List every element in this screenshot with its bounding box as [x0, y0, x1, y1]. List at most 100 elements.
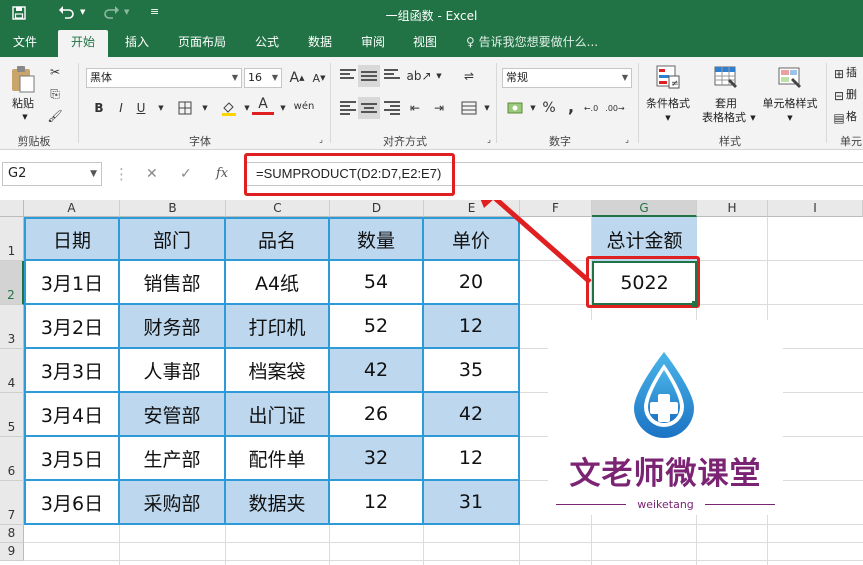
row-header-3[interactable]: 3 [0, 305, 24, 349]
bold-button[interactable]: B [88, 97, 110, 119]
table-cell[interactable]: 42 [330, 349, 424, 393]
table-cell[interactable]: 3月6日 [26, 481, 120, 525]
table-cell[interactable]: 26 [330, 393, 424, 437]
worksheet[interactable]: A B C D E F G H I 1 2 3 4 5 6 7 8 9 日期 部… [0, 200, 863, 565]
underline-button[interactable]: U [130, 97, 152, 119]
number-format-combo[interactable]: 常规 ▼ [502, 68, 632, 88]
tab-insert[interactable]: 插入 [112, 30, 162, 57]
tell-me-box[interactable]: ♀ 告诉我您想要做什么... [466, 30, 598, 57]
table-cell[interactable]: 12 [424, 305, 520, 349]
align-right-icon[interactable] [384, 101, 400, 115]
cut-icon[interactable]: ✂ [44, 61, 66, 83]
column-header-H[interactable]: H [697, 200, 768, 217]
paste-dropdown-icon[interactable]: ▼ [20, 110, 30, 124]
table-cell[interactable]: 档案袋 [226, 349, 330, 393]
format-as-table-dropdown-icon[interactable]: ▼ [748, 111, 758, 125]
table-cell[interactable]: 采购部 [120, 481, 226, 525]
format-as-table-icon[interactable] [712, 63, 740, 91]
table-header-cell[interactable]: 部门 [120, 219, 226, 261]
table-cell[interactable]: 31 [424, 481, 520, 525]
table-cell[interactable]: 12 [330, 481, 424, 525]
orientation-icon[interactable]: ab↗ [406, 65, 431, 87]
format-cells-icon[interactable]: ▤ [832, 107, 846, 129]
table-cell[interactable]: 3月1日 [26, 261, 120, 305]
table-cell[interactable]: 财务部 [120, 305, 226, 349]
tab-page-layout[interactable]: 页面布局 [166, 30, 238, 57]
align-center-button[interactable] [358, 97, 380, 119]
borders-dropdown-icon[interactable]: ▼ [194, 97, 216, 119]
orientation-dropdown-icon[interactable]: ▼ [428, 65, 450, 87]
tab-formulas[interactable]: 公式 [244, 30, 290, 57]
align-left-icon[interactable] [340, 101, 356, 115]
format-as-table-line1[interactable]: 套用 [700, 97, 752, 111]
insert-cells-button[interactable]: 插 [846, 66, 863, 80]
copy-icon[interactable]: ⎘ [44, 83, 66, 105]
select-all-corner[interactable] [0, 200, 24, 217]
column-header-I[interactable]: I [768, 200, 863, 217]
row-header-1[interactable]: 1 [0, 217, 24, 261]
align-bottom-icon[interactable] [384, 69, 400, 83]
table-cell[interactable]: 12 [424, 437, 520, 481]
column-header-G[interactable]: G [592, 200, 697, 217]
comma-style-button[interactable]: , [560, 95, 582, 117]
align-middle-button[interactable] [358, 65, 380, 87]
table-cell[interactable]: 配件单 [226, 437, 330, 481]
conditional-format-icon[interactable]: ≠ [654, 63, 682, 91]
row-header-8[interactable]: 8 [0, 525, 24, 543]
row-header-5[interactable]: 5 [0, 393, 24, 437]
merge-dropdown-icon[interactable]: ▼ [476, 97, 498, 119]
table-cell[interactable]: 3月4日 [26, 393, 120, 437]
table-cell[interactable]: 数据夹 [226, 481, 330, 525]
font-size-combo[interactable]: 16 ▼ [244, 68, 282, 88]
table-cell[interactable]: 生产部 [120, 437, 226, 481]
alignment-dialog-launcher-icon[interactable]: ⌟ [484, 133, 494, 145]
table-cell[interactable]: 3月3日 [26, 349, 120, 393]
conditional-format-dropdown-icon[interactable]: ▼ [662, 111, 674, 125]
table-cell[interactable]: 3月2日 [26, 305, 120, 349]
tab-view[interactable]: 视图 [402, 30, 448, 57]
cell-styles-dropdown-icon[interactable]: ▼ [784, 111, 796, 125]
underline-dropdown-icon[interactable]: ▼ [150, 97, 172, 119]
total-header-cell[interactable]: 总计金额 [592, 217, 697, 261]
number-dialog-launcher-icon[interactable]: ⌟ [622, 133, 632, 145]
table-cell[interactable]: 32 [330, 437, 424, 481]
insert-cells-icon[interactable]: ⊞ [832, 63, 846, 85]
table-cell[interactable]: A4纸 [226, 261, 330, 305]
decrease-decimal-icon[interactable]: .00→ [604, 97, 626, 119]
increase-indent-icon[interactable]: ⇥ [428, 97, 450, 119]
table-header-cell[interactable]: 日期 [26, 219, 120, 261]
column-header-D[interactable]: D [330, 200, 424, 217]
font-color-dropdown-icon[interactable]: ▼ [272, 97, 294, 119]
insert-function-button[interactable]: fx [216, 162, 228, 186]
grow-font-button[interactable]: A ▲ [286, 67, 308, 89]
borders-icon[interactable] [174, 97, 196, 119]
font-color-button[interactable]: A [252, 95, 274, 115]
phonetic-guide-button[interactable]: wén [294, 95, 315, 117]
row-header-7[interactable]: 7 [0, 481, 24, 525]
table-cell[interactable]: 人事部 [120, 349, 226, 393]
column-header-A[interactable]: A [24, 200, 120, 217]
table-header-cell[interactable]: 品名 [226, 219, 330, 261]
row-header-2[interactable]: 2 [0, 261, 24, 305]
row-header-9[interactable]: 9 [0, 543, 24, 561]
delete-cells-button[interactable]: 删 [846, 88, 863, 102]
percent-button[interactable]: % [538, 97, 560, 119]
wrap-text-icon[interactable]: ⇌ [458, 65, 480, 87]
align-top-icon[interactable] [340, 69, 356, 83]
table-cell[interactable]: 出门证 [226, 393, 330, 437]
format-cells-button[interactable]: 格 [846, 110, 863, 124]
tab-data[interactable]: 数据 [296, 30, 344, 57]
table-header-cell[interactable]: 数量 [330, 219, 424, 261]
format-as-table-line2[interactable]: 表格格式 [694, 111, 754, 125]
increase-decimal-icon[interactable]: ←.0 [580, 97, 602, 119]
tab-review[interactable]: 审阅 [350, 30, 396, 57]
tab-home[interactable]: 开始 [58, 30, 108, 57]
table-cell[interactable]: 销售部 [120, 261, 226, 305]
table-cell[interactable]: 52 [330, 305, 424, 349]
enter-icon[interactable]: ✓ [180, 162, 192, 186]
table-cell[interactable]: 42 [424, 393, 520, 437]
row-header-4[interactable]: 4 [0, 349, 24, 393]
name-box[interactable]: G2 ▼ [2, 162, 102, 186]
font-dialog-launcher-icon[interactable]: ⌟ [316, 133, 326, 145]
cancel-icon[interactable]: ✕ [146, 162, 158, 186]
